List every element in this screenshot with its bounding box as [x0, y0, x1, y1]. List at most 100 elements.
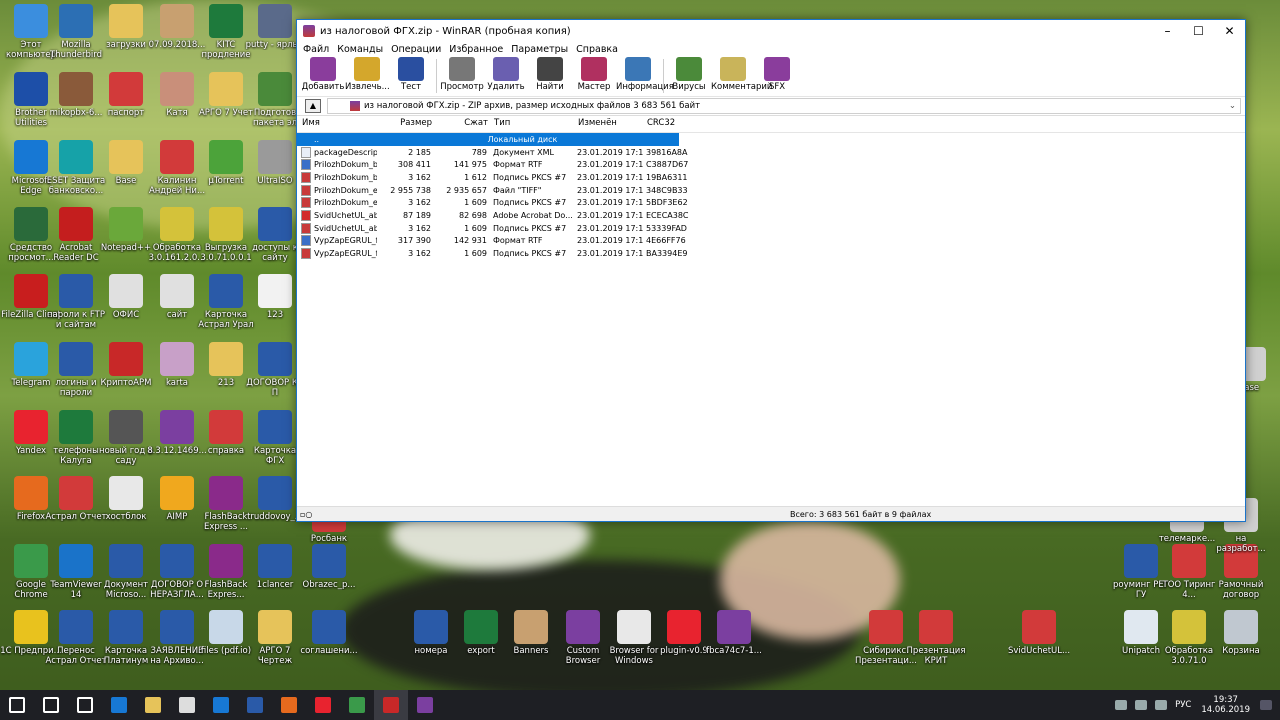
taskbar-button[interactable]	[374, 690, 408, 720]
taskbar-button[interactable]	[340, 690, 374, 720]
toolbar-button[interactable]: Добавить	[301, 56, 345, 92]
menu-commands[interactable]: Команды	[333, 44, 387, 55]
table-row[interactable]: .. Локальный диск	[297, 133, 679, 146]
desktop-item[interactable]: Корзина	[1210, 608, 1272, 672]
file-type: Подпись PKCS #7	[493, 249, 567, 259]
column-modified[interactable]: Изменён	[574, 118, 644, 132]
thunderbird-icon	[59, 4, 93, 38]
taskbar-button[interactable]	[170, 690, 204, 720]
table-row[interactable]: PrilozhDokum_b... 3 162 1 612 Подпись PKCS …	[297, 171, 1245, 184]
tray-volume-icon[interactable]	[1155, 700, 1168, 710]
menu-options[interactable]: Параметры	[507, 44, 572, 55]
toolbar-button[interactable]: Информация	[616, 56, 674, 92]
desktop-item-label: SvidUchetUL...	[1008, 646, 1070, 656]
tray-network-icon[interactable]	[1135, 700, 1148, 710]
desktop-item[interactable]: 1clancer	[244, 542, 306, 606]
drive-lock-icon[interactable]: ▫○	[297, 510, 330, 519]
toolbar-button[interactable]: Удалить	[484, 56, 528, 92]
desktop-item[interactable]: SvidUchetUL...	[1008, 608, 1070, 672]
table-row[interactable]: PrilozhDokum_e... 2 955 738 2 935 657 Файл …	[297, 184, 1245, 197]
column-name[interactable]: Имя	[297, 118, 378, 132]
desktop-item[interactable]: АРГО 7 Чертеж	[244, 608, 306, 672]
column-crc32[interactable]: CRC32	[644, 118, 691, 132]
menu-favorites[interactable]: Избранное	[445, 44, 507, 55]
table-row[interactable]: VypZapEGRUL_f... 3 162 1 609 Подпись PKCS #…	[297, 247, 1245, 260]
word-icon	[160, 610, 194, 644]
toolbar-button-label: Тест	[400, 82, 422, 92]
rtf-file-icon	[301, 235, 311, 247]
table-row[interactable]: PrilozhDokum_b... 308 411 141 975 Формат RT…	[297, 158, 1245, 171]
menu-operations[interactable]: Операции	[387, 44, 445, 55]
eset-icon	[59, 140, 93, 174]
title-bar[interactable]: из налоговой ФГХ.zip - WinRAR (пробная к…	[297, 20, 1245, 42]
taskbar-button[interactable]	[136, 690, 170, 720]
brother-icon	[14, 72, 48, 106]
desktop-item-label: Презентация КРИТ	[906, 646, 966, 666]
browser-icon	[617, 610, 651, 644]
column-size[interactable]: Размер	[378, 118, 434, 132]
table-row[interactable]: VypZapEGRUL_f... 317 390 142 931 Формат RTF…	[297, 235, 1245, 248]
path-field[interactable]: из налоговой ФГХ.zip - ZIP архив, размер…	[327, 98, 1241, 114]
language-indicator[interactable]: РУС	[1175, 700, 1191, 710]
column-packed[interactable]: Сжат	[434, 118, 490, 132]
table-row[interactable]: PrilozhDokum_e... 3 162 1 609 Подпись PKCS …	[297, 196, 1245, 209]
desktop-item-label: Рамочный договор	[1218, 580, 1264, 600]
word-icon	[160, 544, 194, 578]
flashback-icon	[209, 476, 243, 510]
zip-archive-icon	[350, 101, 360, 111]
toolbar-button[interactable]: Комментарий	[711, 56, 772, 92]
taskbar-button[interactable]	[306, 690, 340, 720]
maximize-button[interactable]: ☐	[1183, 20, 1214, 42]
desktop-item[interactable]: fbca74c7-1...	[703, 608, 765, 672]
table-row[interactable]: packageDescript... 2 185 789 Документ XML 23…	[297, 146, 1245, 159]
pdf-icon	[1022, 610, 1056, 644]
notifications-icon[interactable]	[1260, 700, 1272, 710]
toolbar-button[interactable]: Вирусы	[667, 56, 711, 92]
search-icon	[43, 697, 59, 713]
taskbar-button[interactable]	[34, 690, 68, 720]
acrobat-icon	[59, 207, 93, 241]
word-icon	[258, 544, 292, 578]
taskbar-button[interactable]	[238, 690, 272, 720]
desktop-item[interactable]: Obrazec_p...	[298, 542, 360, 606]
tiff-file-icon	[301, 184, 311, 196]
folder-icon	[209, 342, 243, 376]
tray-user-icon[interactable]	[1115, 700, 1128, 710]
minimize-button[interactable]: –	[1152, 20, 1183, 42]
archive-icon	[160, 4, 194, 38]
taskbar-button[interactable]	[408, 690, 442, 720]
menu-help[interactable]: Справка	[572, 44, 622, 55]
file-crc: 348C9B33	[646, 185, 688, 195]
toolbar-button[interactable]: Тест	[389, 56, 433, 92]
taskbar-button[interactable]	[68, 690, 102, 720]
menu-file[interactable]: Файл	[299, 44, 333, 55]
close-button[interactable]: ✕	[1214, 20, 1245, 42]
mail-icon	[213, 697, 229, 713]
chevron-down-icon[interactable]: ⌄	[1225, 101, 1240, 111]
toolbar-button[interactable]: SFX	[755, 56, 799, 92]
column-type[interactable]: Тип	[490, 118, 574, 132]
table-row[interactable]: SvidUchetUL_ab... 87 189 82 698 Adobe Acrob…	[297, 209, 1245, 222]
taskbar-button[interactable]	[0, 690, 34, 720]
clock[interactable]: 19:37 14.06.2019	[1201, 695, 1250, 715]
taskbar-button[interactable]	[204, 690, 238, 720]
taskbar-button[interactable]	[102, 690, 136, 720]
toolbar-button[interactable]: Извлечь...	[345, 56, 390, 92]
toolbar-button[interactable]: Мастер	[572, 56, 616, 92]
word-icon	[59, 342, 93, 376]
toolbar-button[interactable]: Просмотр	[440, 56, 484, 92]
file-name-text: VypZapEGRUL_f...	[314, 249, 377, 259]
toolbar-button[interactable]: Найти	[528, 56, 572, 92]
word-icon	[1124, 544, 1158, 578]
taskbar-button[interactable]	[272, 690, 306, 720]
desktop-item[interactable]: Презентация КРИТ	[905, 608, 967, 672]
desktop-item[interactable]: соглашени...	[298, 608, 360, 672]
up-folder-button[interactable]: ▲	[305, 99, 321, 113]
disc-icon	[59, 72, 93, 106]
file-type: Локальный диск	[487, 134, 558, 144]
table-row[interactable]: SvidUchetUL_ab... 3 162 1 609 Подпись PKCS …	[297, 222, 1245, 235]
word-icon	[312, 544, 346, 578]
argo-icon	[258, 610, 292, 644]
file-crc: 19BA6311	[646, 172, 688, 182]
sfx-icon	[764, 57, 790, 81]
